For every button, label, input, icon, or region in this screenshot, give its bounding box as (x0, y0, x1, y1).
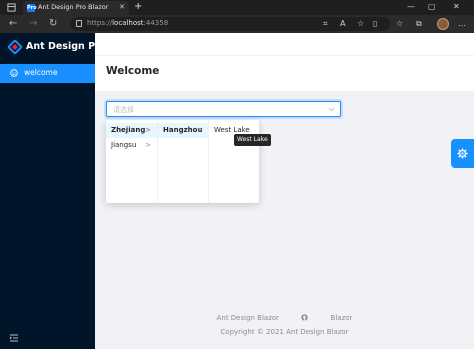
minimize-icon[interactable]: — (407, 2, 415, 11)
read-aloud-icon[interactable]: A (340, 19, 345, 28)
footer-link-blazor[interactable]: Blazor (331, 314, 353, 322)
sidebar-item-welcome[interactable]: welcome (0, 64, 95, 83)
copyright-text: Copyright © 2021 Ant Design Blazor (220, 328, 349, 336)
favorite-icon[interactable]: ☆ (357, 19, 364, 28)
sidebar-item-label: welcome (24, 68, 58, 77)
split-screen-icon[interactable]: ▯ (373, 19, 377, 28)
window-close-icon[interactable]: ✕ (453, 2, 460, 11)
cascader-placeholder: 请选择 (113, 106, 134, 114)
option-tooltip: West Lake (234, 134, 271, 146)
chevron-right-icon: > (145, 141, 151, 149)
browser-tab[interactable]: Pro Ant Design Pro Blazor ✕ (23, 1, 129, 15)
page-header: Welcome (95, 55, 474, 91)
github-icon[interactable] (301, 314, 310, 322)
footer-link-ant-design-blazor[interactable]: Ant Design Blazor (217, 314, 279, 322)
smile-icon (10, 69, 18, 77)
ant-design-logo-icon (8, 40, 22, 54)
favorites-bar-icon[interactable]: ☆ (396, 19, 403, 28)
lock-icon (76, 20, 82, 27)
collections-icon[interactable]: ⧉ (416, 19, 422, 29)
chevron-right-icon: > (197, 126, 203, 134)
cascader-option-zhejiang[interactable]: Zhejiang > (106, 123, 157, 138)
forward-icon[interactable]: → (29, 18, 37, 29)
screenshot-icon[interactable]: ⌗ (323, 19, 328, 29)
profile-avatar[interactable] (437, 18, 449, 30)
cascader-column: Hangzhou > (157, 120, 209, 203)
tab-favicon: Pro (27, 4, 37, 12)
gear-icon (457, 148, 468, 159)
browser-tab-bar: Pro Ant Design Pro Blazor ✕ + — ▢ ✕ (0, 0, 474, 15)
cascader-dropdown: Zhejiang > Jiangsu > Hangzhou > West Lak… (106, 120, 259, 203)
tab-title: Ant Design Pro Blazor (38, 3, 109, 11)
window-menu-icon[interactable] (7, 3, 16, 12)
more-icon[interactable]: … (458, 19, 466, 28)
cascader-option-jiangsu[interactable]: Jiangsu > (106, 138, 157, 153)
refresh-icon[interactable]: ↻ (49, 18, 57, 29)
cascader-column: West Lake (208, 120, 259, 203)
global-header (95, 33, 474, 55)
footer-links: Ant Design Blazor Blazor (95, 314, 474, 322)
back-icon[interactable]: ← (9, 18, 17, 29)
cascader-column: Zhejiang > Jiangsu > (106, 120, 157, 203)
settings-drawer-button[interactable] (451, 139, 474, 168)
sidebar: Ant Design Pro welcome (0, 33, 106, 349)
page-title: Welcome (106, 65, 160, 77)
new-tab-button[interactable]: + (134, 1, 142, 12)
chevron-right-icon: > (145, 126, 151, 134)
maximize-icon[interactable]: ▢ (428, 2, 436, 11)
cascader-option-hangzhou[interactable]: Hangzhou > (158, 123, 209, 138)
menu-fold-icon[interactable] (10, 334, 18, 342)
browser-address-bar: ← → ↻ https://localhost:44358 ⌗ A ☆ ▯ ☆ … (0, 15, 474, 33)
tab-close-icon[interactable]: ✕ (119, 3, 125, 11)
cascader-input[interactable]: 请选择 (106, 101, 341, 117)
chevron-down-icon (328, 107, 335, 112)
